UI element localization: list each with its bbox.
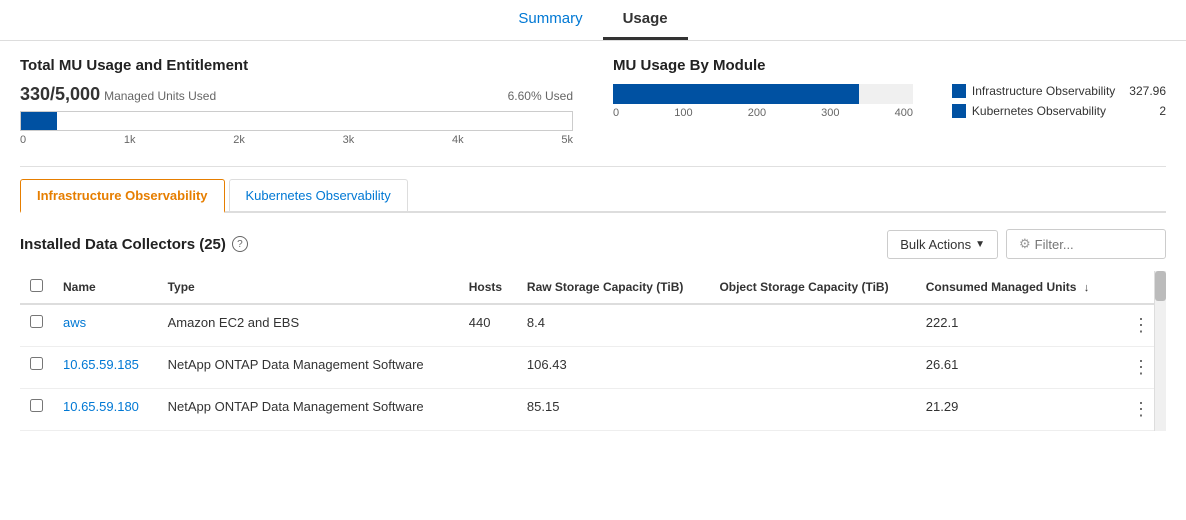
table-row: 10.65.59.180 NetApp ONTAP Data Managemen… xyxy=(20,389,1166,431)
tab-summary[interactable]: Summary xyxy=(498,0,602,40)
row-consumed-mu-1: 26.61 xyxy=(916,347,1116,389)
row-raw-storage-1: 106.43 xyxy=(517,347,710,389)
charts-separator xyxy=(20,166,1166,167)
legend-label-k8s: Kubernetes Observability xyxy=(972,104,1145,118)
filter-field[interactable] xyxy=(1035,237,1153,252)
table-row: aws Amazon EC2 and EBS 440 8.4 222.1 ⋮ xyxy=(20,304,1166,347)
data-table: Name Type Hosts Raw Storage Capacity (Ti… xyxy=(20,271,1166,431)
col-header-consumed-mu: Consumed Managed Units ↓ xyxy=(916,271,1116,304)
mu-by-module-title: MU Usage By Module xyxy=(613,57,1166,74)
col-header-raw-storage: Raw Storage Capacity (TiB) xyxy=(517,271,710,304)
table-header-row: Installed Data Collectors (25) ? Bulk Ac… xyxy=(20,229,1166,259)
select-all-checkbox[interactable] xyxy=(30,279,43,292)
row-raw-storage-0: 8.4 xyxy=(517,304,710,347)
total-mu-header-info: 330/5,000 Managed Units Used 6.60% Used xyxy=(20,84,573,105)
row-kebab-0[interactable]: ⋮ xyxy=(1126,313,1156,337)
row-object-storage-1 xyxy=(709,347,915,389)
mu-by-module-section: MU Usage By Module 0 100 200 300 400 xyxy=(613,57,1166,146)
row-name-link-0[interactable]: aws xyxy=(63,315,86,330)
col-header-object-storage: Object Storage Capacity (TiB) xyxy=(709,271,915,304)
col-header-hosts: Hosts xyxy=(459,271,517,304)
table-scroll-area: Name Type Hosts Raw Storage Capacity (Ti… xyxy=(20,271,1166,431)
legend-color-infra xyxy=(952,84,966,98)
sub-tab-infra[interactable]: Infrastructure Observability xyxy=(20,179,225,213)
table-header-row-element: Name Type Hosts Raw Storage Capacity (Ti… xyxy=(20,271,1166,304)
charts-row: Total MU Usage and Entitlement 330/5,000… xyxy=(20,57,1166,146)
select-all-cell xyxy=(20,271,53,304)
total-mu-count: 330/5,000 xyxy=(20,84,100,105)
sort-desc-icon[interactable]: ↓ xyxy=(1084,282,1090,294)
help-icon[interactable]: ? xyxy=(232,236,248,252)
tab-usage[interactable]: Usage xyxy=(603,0,688,40)
scroll-indicator[interactable] xyxy=(1154,271,1166,431)
row-hosts-2 xyxy=(459,389,517,431)
row-type-0: Amazon EC2 and EBS xyxy=(158,304,459,347)
row-object-storage-2 xyxy=(709,389,915,431)
table-row: 10.65.59.185 NetApp ONTAP Data Managemen… xyxy=(20,347,1166,389)
total-mu-bar-track xyxy=(20,111,573,131)
row-hosts-0: 440 xyxy=(459,304,517,347)
total-mu-count-label: Managed Units Used xyxy=(104,89,216,103)
legend-item-infra: Infrastructure Observability 327.96 xyxy=(952,84,1166,98)
total-mu-title: Total MU Usage and Entitlement xyxy=(20,57,573,74)
row-checkbox-cell-2 xyxy=(20,389,53,431)
row-checkbox-cell-0 xyxy=(20,304,53,347)
row-name-1: 10.65.59.185 xyxy=(53,347,158,389)
module-bar-track xyxy=(613,84,913,104)
main-content: Total MU Usage and Entitlement 330/5,000… xyxy=(0,41,1186,447)
row-raw-storage-2: 85.15 xyxy=(517,389,710,431)
row-consumed-mu-2: 21.29 xyxy=(916,389,1116,431)
legend-value-k8s: 2 xyxy=(1159,104,1166,118)
bulk-actions-button[interactable]: Bulk Actions ▼ xyxy=(887,230,998,259)
row-kebab-2[interactable]: ⋮ xyxy=(1126,397,1156,421)
sub-tabs: Infrastructure Observability Kubernetes … xyxy=(20,179,1166,213)
module-bar-labels: 0 100 200 300 400 xyxy=(613,107,913,119)
col-header-type: Type xyxy=(158,271,459,304)
filter-icon: ⚙ xyxy=(1019,236,1031,252)
module-bar-fill xyxy=(613,84,859,104)
module-legend: Infrastructure Observability 327.96 Kube… xyxy=(952,84,1166,118)
row-name-2: 10.65.59.180 xyxy=(53,389,158,431)
row-checkbox-2[interactable] xyxy=(30,399,43,412)
row-name-0: aws xyxy=(53,304,158,347)
row-object-storage-0 xyxy=(709,304,915,347)
table-title-group: Installed Data Collectors (25) ? xyxy=(20,236,248,253)
bulk-actions-label: Bulk Actions xyxy=(900,237,971,252)
legend-value-infra: 327.96 xyxy=(1129,84,1166,98)
row-consumed-mu-0: 222.1 xyxy=(916,304,1116,347)
sub-tab-k8s[interactable]: Kubernetes Observability xyxy=(229,179,408,211)
scroll-thumb[interactable] xyxy=(1155,271,1166,301)
module-bar-area: 0 100 200 300 400 xyxy=(613,84,932,119)
row-type-1: NetApp ONTAP Data Management Software xyxy=(158,347,459,389)
bulk-actions-chevron-icon: ▼ xyxy=(975,239,985,250)
table-actions: Bulk Actions ▼ ⚙ xyxy=(887,229,1166,259)
row-checkbox-1[interactable] xyxy=(30,357,43,370)
row-name-link-1[interactable]: 10.65.59.185 xyxy=(63,357,139,372)
total-mu-bar-container: 0 1k 2k 3k 4k 5k xyxy=(20,111,573,146)
total-mu-bar-labels: 0 1k 2k 3k 4k 5k xyxy=(20,134,573,146)
row-hosts-1 xyxy=(459,347,517,389)
row-kebab-1[interactable]: ⋮ xyxy=(1126,355,1156,379)
filter-input-container[interactable]: ⚙ xyxy=(1006,229,1166,259)
main-tabs: Summary Usage xyxy=(0,0,1186,41)
legend-color-k8s xyxy=(952,104,966,118)
row-name-link-2[interactable]: 10.65.59.180 xyxy=(63,399,139,414)
total-mu-section: Total MU Usage and Entitlement 330/5,000… xyxy=(20,57,573,146)
legend-item-k8s: Kubernetes Observability 2 xyxy=(952,104,1166,118)
table-body: aws Amazon EC2 and EBS 440 8.4 222.1 ⋮ 1… xyxy=(20,304,1166,431)
total-mu-used-label: 6.60% Used xyxy=(508,89,573,103)
col-header-name: Name xyxy=(53,271,158,304)
row-checkbox-0[interactable] xyxy=(30,315,43,328)
legend-label-infra: Infrastructure Observability xyxy=(972,84,1115,98)
row-checkbox-cell-1 xyxy=(20,347,53,389)
total-mu-bar-fill xyxy=(21,112,57,130)
consumed-mu-label: Consumed Managed Units xyxy=(926,280,1077,294)
mu-module-chart: 0 100 200 300 400 Infrastructure Observa… xyxy=(613,84,1166,119)
row-type-2: NetApp ONTAP Data Management Software xyxy=(158,389,459,431)
table-title: Installed Data Collectors (25) xyxy=(20,236,226,253)
